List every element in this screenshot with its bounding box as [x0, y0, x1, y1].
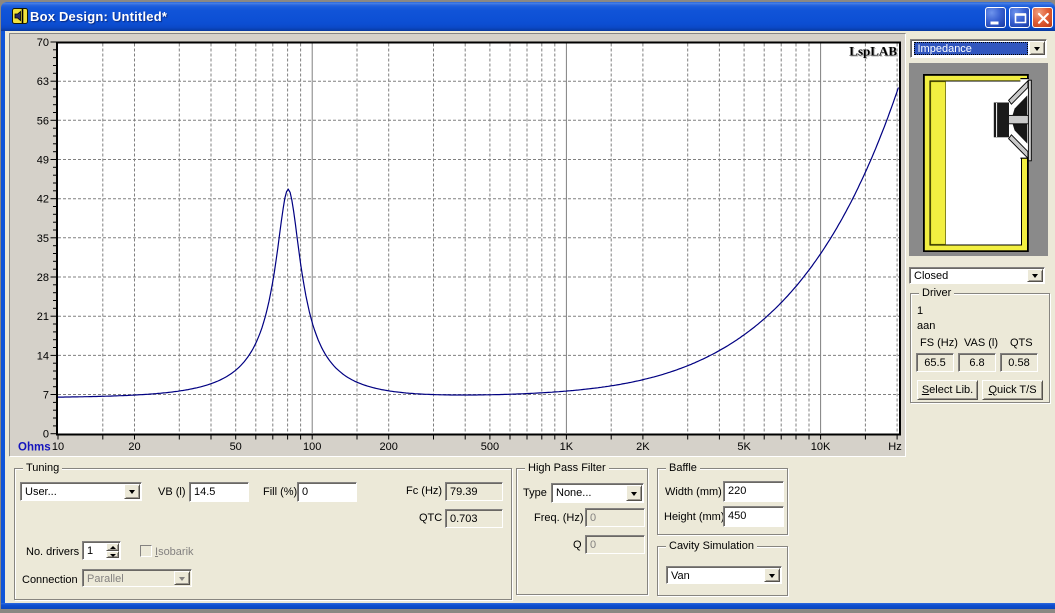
svg-text:7: 7	[43, 390, 49, 402]
svg-text:20: 20	[128, 441, 140, 453]
svg-text:Ohms: Ohms	[18, 442, 51, 454]
svg-text:49: 49	[37, 155, 49, 167]
svg-text:Hz: Hz	[888, 441, 901, 453]
svg-text:200: 200	[380, 441, 398, 453]
svg-text:500: 500	[481, 441, 499, 453]
svg-text:42: 42	[37, 194, 49, 206]
svg-text:100: 100	[303, 441, 321, 453]
svg-text:10K: 10K	[811, 441, 831, 453]
svg-text:35: 35	[37, 233, 49, 245]
svg-text:LspLAB: LspLAB	[849, 44, 897, 59]
svg-text:5K: 5K	[737, 441, 751, 453]
svg-text:2K: 2K	[636, 441, 650, 453]
svg-text:1K: 1K	[560, 441, 574, 453]
svg-text:28: 28	[37, 272, 49, 284]
svg-text:0: 0	[43, 429, 49, 441]
svg-text:14: 14	[37, 350, 49, 362]
svg-text:56: 56	[37, 115, 49, 127]
svg-text:10: 10	[52, 441, 64, 453]
svg-text:50: 50	[230, 441, 242, 453]
svg-text:63: 63	[37, 76, 49, 88]
svg-text:21: 21	[37, 311, 49, 323]
svg-text:70: 70	[37, 37, 49, 49]
